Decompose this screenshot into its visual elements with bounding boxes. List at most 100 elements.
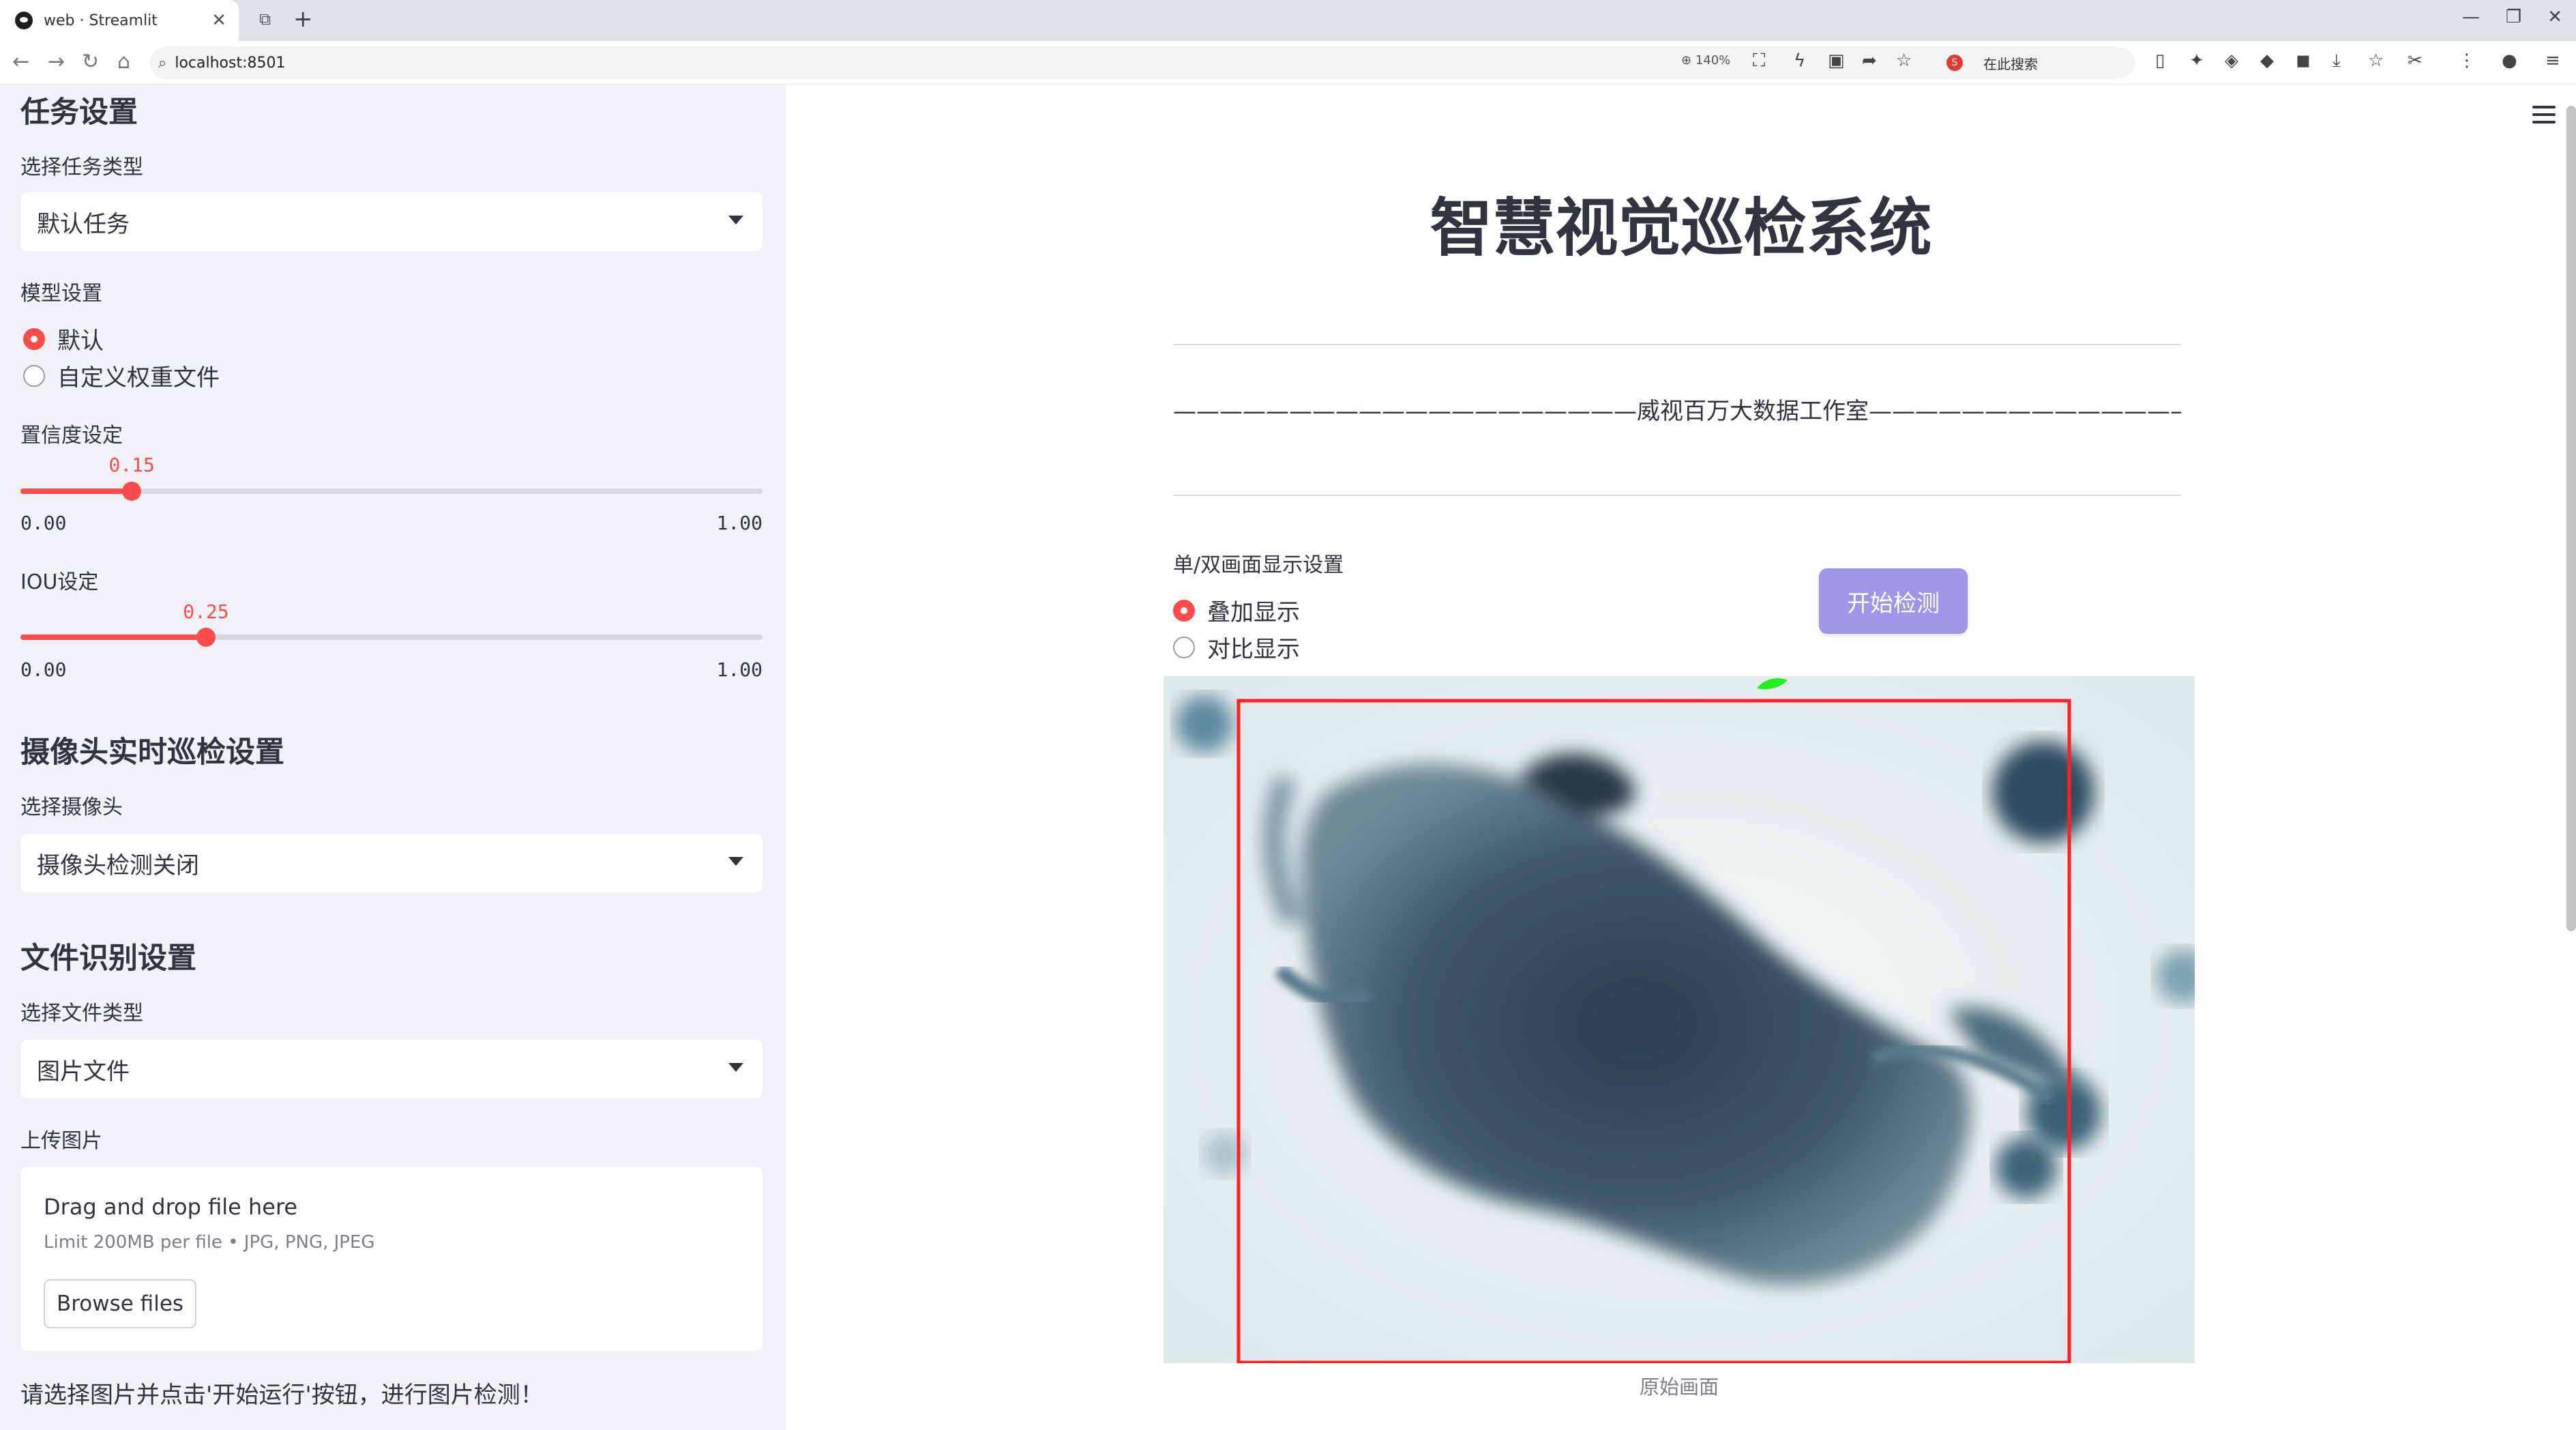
hamburger-menu-icon[interactable] [2532, 106, 2556, 128]
chevron-down-icon [728, 216, 743, 224]
slider-fill [20, 488, 132, 494]
task-type-label: 选择任务类型 [20, 156, 143, 179]
share-icon[interactable]: ➦ [1862, 50, 1877, 71]
translate-icon[interactable]: ⛶ [1753, 50, 1765, 72]
menu-icon[interactable]: ≡ [2545, 50, 2560, 71]
slider-thumb[interactable] [122, 482, 142, 501]
back-icon[interactable]: ← [12, 50, 29, 74]
scissors-icon[interactable]: ✂ [2408, 50, 2423, 71]
radio-unselected-icon[interactable] [23, 364, 45, 387]
sidebar-hint: 请选择图片并点击'开始运行'按钮，进行图片检测！ [20, 1382, 544, 1409]
task-type-select[interactable]: 默认任务 [20, 192, 763, 251]
minimize-icon[interactable]: — [2462, 7, 2480, 27]
microscope-image [1164, 676, 2195, 1363]
zoom-value: 140% [1695, 53, 1731, 68]
task-section-title: 任务设置 [20, 96, 138, 130]
slider-fill [20, 634, 206, 640]
radio-label: 默认 [57, 327, 104, 355]
zoom-level[interactable]: ⊕ 140% [1681, 53, 1730, 68]
camera-select[interactable]: 摄像头检测关闭 [20, 834, 763, 892]
slider-thumb[interactable] [196, 628, 216, 647]
search-engine-logo-icon: S [1946, 55, 1963, 71]
streamlit-favicon-icon [15, 12, 33, 29]
start-detection-button[interactable]: 开始检测 [1819, 568, 1968, 634]
browser-tab[interactable]: web · Streamlit ✕ [0, 0, 239, 41]
studio-subtitle: ————————————————————威视百万大数据工作室——————————… [1173, 398, 2181, 425]
phone-icon[interactable]: ▯ [2155, 50, 2165, 71]
slider-min: 0.00 [20, 512, 67, 534]
camera-value: 摄像头检测关闭 [37, 851, 199, 879]
slider-max: 1.00 [716, 658, 763, 681]
extension-icon[interactable]: ◼ [2296, 50, 2311, 71]
browse-files-button[interactable]: Browse files [44, 1279, 196, 1328]
camera-section-title: 摄像头实时巡检设置 [20, 735, 284, 770]
display-mode-label: 单/双画面显示设置 [1173, 553, 1344, 577]
task-type-value: 默认任务 [37, 210, 130, 238]
page-title: 智慧视觉巡检系统 [1430, 192, 1932, 265]
tab-title: web · Streamlit [44, 12, 158, 29]
radio-unselected-icon[interactable] [1173, 636, 1195, 658]
camera-label: 选择摄像头 [20, 796, 123, 819]
slider-max: 1.00 [716, 512, 763, 534]
address-bar-row: ← → ↻ ⌂ ⌕ localhost:8501 ⊕ 140% ⛶ ϟ ▣ ➦ … [0, 41, 2576, 85]
detection-image [1164, 676, 2195, 1363]
radio-label: 对比显示 [1207, 636, 1300, 663]
slider-min: 0.00 [20, 658, 67, 681]
lightning-icon[interactable]: ϟ [1794, 50, 1805, 71]
window-controls: — ❐ ✕ [2462, 7, 2562, 27]
reader-icon[interactable]: ▣ [1828, 50, 1845, 71]
search-icon: ⌕ [158, 54, 167, 72]
model-label: 模型设置 [20, 282, 102, 306]
divider [1173, 344, 2181, 345]
file-section-title: 文件识别设置 [20, 942, 196, 976]
model-option-default[interactable]: 默认 [23, 322, 104, 355]
file-uploader-dropzone[interactable]: Drag and drop file here Limit 200MB per … [20, 1167, 763, 1351]
confidence-label: 置信度设定 [20, 424, 123, 448]
display-option-compare[interactable]: 对比显示 [1173, 630, 1300, 664]
chevron-down-icon [728, 1063, 743, 1072]
image-caption: 原始画面 [1639, 1375, 1719, 1399]
home-icon[interactable]: ⌂ [117, 50, 130, 74]
favorites-icon[interactable]: ☆ [2368, 50, 2384, 71]
browser-tab-bar: web · Streamlit ✕ ⧉ + — ❐ ✕ [0, 0, 2576, 41]
extension-icon[interactable]: ✦ [2189, 50, 2204, 71]
file-type-select[interactable]: 图片文件 [20, 1040, 763, 1098]
bookmark-star-icon[interactable]: ☆ [1896, 50, 1912, 71]
url-text: localhost:8501 [175, 54, 286, 72]
reload-icon[interactable]: ↻ [82, 50, 99, 74]
uploader-title: Drag and drop file here [44, 1194, 298, 1220]
model-option-custom[interactable]: 自定义权重文件 [23, 359, 220, 392]
radio-label: 叠加显示 [1207, 599, 1300, 626]
close-window-icon[interactable]: ✕ [2547, 7, 2562, 27]
confidence-value: 0.15 [108, 454, 155, 476]
sidebar: 任务设置 选择任务类型 默认任务 模型设置 默认 自定义权重文件 置信度设定 0… [0, 85, 786, 1430]
iou-slider[interactable] [20, 628, 763, 647]
radio-selected-icon[interactable] [23, 327, 45, 350]
radio-label: 自定义权重文件 [57, 364, 220, 392]
divider [1173, 495, 2181, 496]
restore-icon[interactable]: ❐ [2506, 7, 2521, 27]
uploader-limit: Limit 200MB per file • JPG, PNG, JPEG [44, 1232, 375, 1253]
avatar[interactable]: ● [2502, 50, 2517, 71]
new-tab-icon[interactable]: + [293, 5, 313, 33]
tab-actions-icon[interactable]: ⧉ [259, 10, 271, 29]
download-icon[interactable]: ⤓ [2333, 50, 2341, 72]
more-menu-icon[interactable]: ⋮ [2458, 50, 2476, 71]
iou-label: IOU设定 [20, 570, 99, 594]
radio-selected-icon[interactable] [1173, 599, 1195, 622]
forward-icon[interactable]: → [48, 50, 65, 74]
upload-label: 上传图片 [20, 1129, 102, 1153]
close-tab-icon[interactable]: ✕ [211, 10, 226, 31]
extension-icon[interactable]: ◈ [2225, 50, 2238, 71]
display-option-overlay[interactable]: 叠加显示 [1173, 594, 1300, 627]
search-placeholder: 在此搜索 [1983, 55, 2038, 72]
chevron-down-icon [728, 857, 743, 866]
iou-range: 0.00 1.00 [20, 658, 763, 681]
iou-value: 0.25 [183, 600, 229, 623]
confidence-range: 0.00 1.00 [20, 512, 763, 534]
extension-icon[interactable]: ◆ [2260, 50, 2274, 71]
main-content: 智慧视觉巡检系统 ————————————————————威视百万大数据工作室—… [786, 85, 2576, 1430]
search-engine-box[interactable]: S 在此搜索 [1937, 48, 2135, 78]
file-type-label: 选择文件类型 [20, 1002, 143, 1025]
confidence-slider[interactable] [20, 482, 763, 501]
